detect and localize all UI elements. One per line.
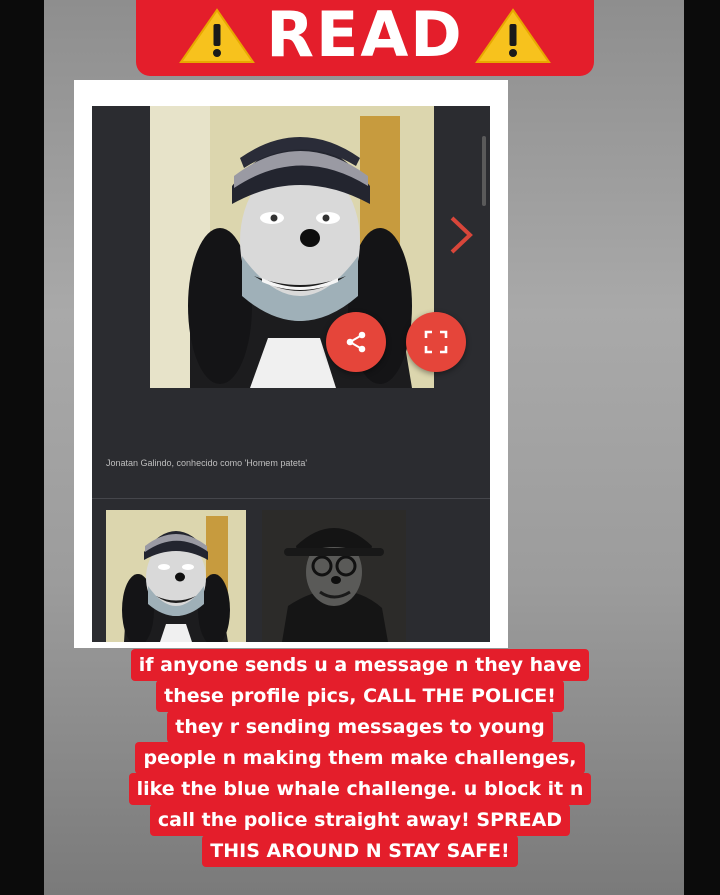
- divider: [92, 498, 490, 499]
- masked-person-thumbnail: [106, 510, 246, 642]
- dark-person-thumbnail: [262, 510, 406, 642]
- message-line: like the blue whale challenge. u block i…: [128, 773, 592, 805]
- main-photo[interactable]: [150, 106, 434, 388]
- share-icon: [346, 331, 366, 353]
- thumbnail-1[interactable]: [106, 510, 246, 642]
- warning-message: if anyone sends u a message n they have …: [56, 649, 664, 867]
- scrollbar[interactable]: [482, 136, 486, 206]
- warning-icon: [179, 8, 256, 63]
- message-line: THIS AROUND N STAY SAFE!: [202, 835, 518, 867]
- image-viewer: Jonatan Galindo, conhecido como 'Homem p…: [92, 106, 490, 642]
- message-line: they r sending messages to young: [167, 711, 553, 743]
- warning-icon: [474, 8, 551, 63]
- photo-caption: Jonatan Galindo, conhecido como 'Homem p…: [106, 458, 308, 468]
- message-line: if anyone sends u a message n they have: [130, 649, 590, 681]
- message-line: call the police straight away! SPREAD: [149, 804, 571, 836]
- banner-title: READ: [266, 0, 464, 71]
- share-button[interactable]: [326, 312, 386, 372]
- message-line: people n making them make challenges,: [135, 742, 585, 774]
- chevron-right-icon[interactable]: [448, 214, 474, 256]
- fullscreen-button[interactable]: [406, 312, 466, 372]
- embedded-screenshot: Jonatan Galindo, conhecido como 'Homem p…: [74, 80, 508, 648]
- masked-person-photo: [150, 106, 434, 388]
- thumbnail-2[interactable]: [262, 510, 406, 642]
- read-banner: READ: [136, 0, 594, 76]
- fullscreen-icon: [424, 330, 448, 354]
- message-line: these profile pics, CALL THE POLICE!: [156, 680, 564, 712]
